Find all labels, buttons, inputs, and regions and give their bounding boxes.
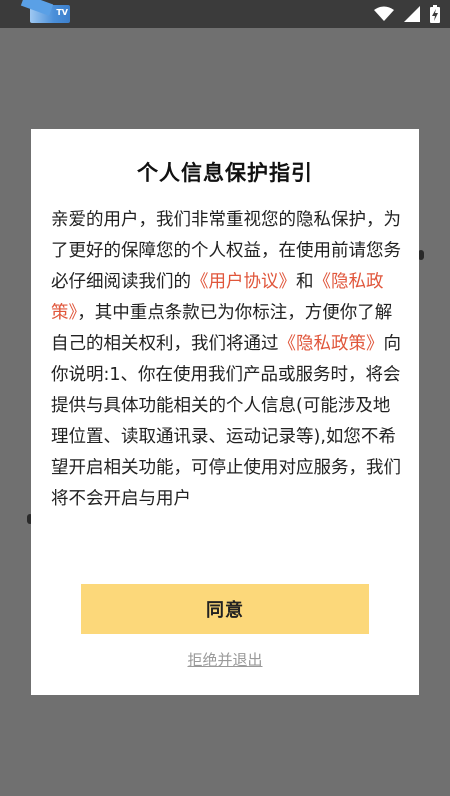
status-bar: TV [0, 0, 450, 28]
dialog-body: 亲爱的用户，我们非常重视您的隐私保护，为了更好的保障您的个人权益，在使用前请您务… [51, 205, 401, 561]
privacy-dialog: 个人信息保护指引 亲爱的用户，我们非常重视您的隐私保护，为了更好的保障您的个人权… [31, 129, 419, 695]
body-text: 向你说明:1、你在使用我们产品或服务时，将会提供与具体功能相关的个人信息(可能涉… [51, 334, 401, 509]
status-icons [374, 4, 440, 24]
tv-app-icon: TV [30, 5, 70, 23]
policy-link[interactable]: 《隐私政策》 [279, 334, 384, 354]
battery-icon [430, 5, 440, 23]
app-badge-label: TV [56, 8, 68, 17]
signal-icon [404, 6, 420, 22]
wifi-icon [374, 6, 394, 22]
reject-and-exit-link[interactable]: 拒绝并退出 [31, 649, 419, 670]
body-text: 和 [296, 272, 314, 292]
agree-button[interactable]: 同意 [81, 584, 369, 634]
policy-link[interactable]: 《用户协议》 [191, 272, 296, 292]
dialog-title: 个人信息保护指引 [137, 161, 313, 185]
